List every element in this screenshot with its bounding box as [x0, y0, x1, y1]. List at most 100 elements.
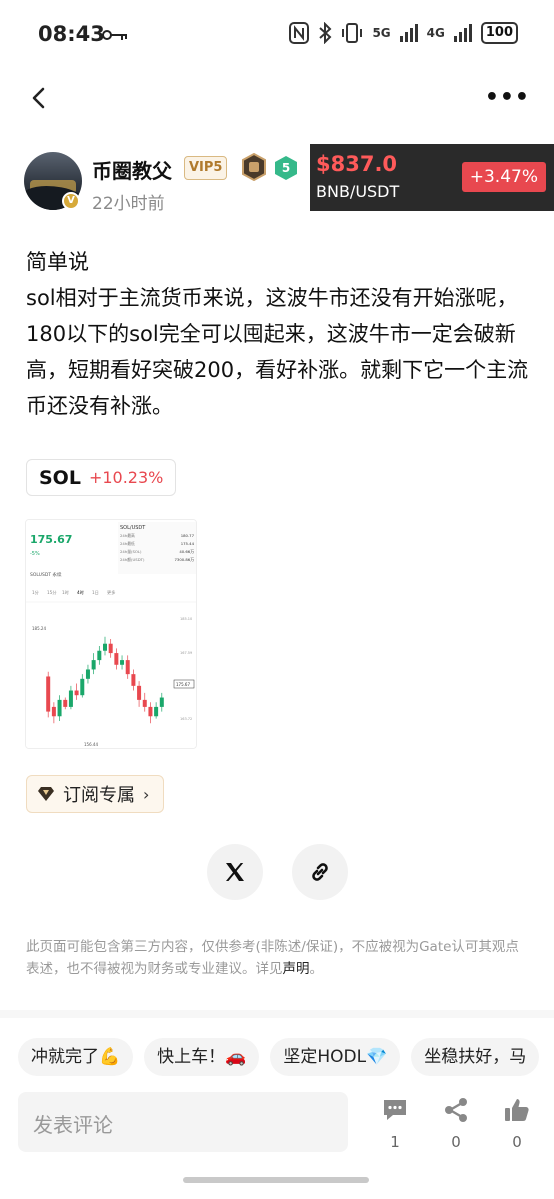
- share-icon: [445, 1098, 467, 1122]
- comment-input[interactable]: 发表评论: [18, 1092, 348, 1152]
- candle-body: [142, 699, 147, 707]
- candle-body: [148, 706, 153, 717]
- like-action[interactable]: 0: [497, 1097, 537, 1151]
- disclaimer-text: 此页面可能包含第三方内容，仅供参考(非陈述/保证)，不应被视为Gate认可其观点…: [26, 939, 519, 977]
- vibrate-icon: [342, 23, 363, 43]
- shot-stat-value: 7300.86万: [175, 557, 195, 562]
- like-icon: [505, 1099, 529, 1121]
- status-time: 08:43: [38, 22, 105, 46]
- candle-body: [137, 685, 142, 700]
- shot-tab: 4时: [77, 589, 85, 595]
- candle-body: [80, 678, 85, 696]
- shot-stat-label: 24h最低: [120, 541, 135, 546]
- key-icon: [102, 30, 127, 40]
- candle-body: [91, 660, 96, 670]
- copy-link-button[interactable]: [292, 844, 348, 900]
- network-5g-label: 5G: [372, 26, 391, 40]
- ticker-pair: BNB/USDT: [316, 182, 400, 201]
- vip-badge: VIP5: [184, 156, 228, 180]
- candle-body: [74, 690, 79, 696]
- battery-indicator: 100: [480, 22, 518, 44]
- quick-reply-chip[interactable]: 坐稳扶好，马: [411, 1038, 540, 1076]
- shot-last-label: 175.67: [176, 682, 190, 687]
- candle-body: [57, 699, 62, 717]
- ticker-price: $837.0: [316, 152, 398, 176]
- signal-icon: [453, 24, 472, 42]
- shot-low-label: 156.44: [84, 742, 98, 747]
- shot-stat-value: 40.66万: [179, 549, 194, 554]
- medal-icon: [242, 153, 266, 181]
- candle-body: [103, 643, 107, 651]
- comment-placeholder: 发表评论: [33, 1113, 113, 1137]
- comment-count: 1: [390, 1133, 400, 1151]
- candle-body: [97, 650, 102, 661]
- top-nav: •••: [0, 70, 554, 126]
- post-content: 简单说 sol相对于主流货币来说，这波牛市还没有开始涨呢，180以下的sol完全…: [26, 244, 532, 424]
- post-line: 简单说: [26, 250, 89, 274]
- shot-axis-label: 167.59: [180, 651, 192, 655]
- shot-stat-label: 24h额(USDT): [120, 557, 145, 562]
- candle-body: [154, 706, 159, 717]
- network-4g-label: 4G: [426, 26, 445, 40]
- candle-body: [120, 660, 125, 665]
- shot-tab: 1时: [62, 589, 70, 595]
- shot-tab: 1分: [32, 589, 40, 596]
- shot-pair-row: SOLUSDT 永续: [30, 571, 62, 578]
- chevron-left-icon[interactable]: [26, 84, 54, 112]
- shot-pair-label: SOL/USDT: [120, 525, 146, 531]
- candle-body: [46, 676, 51, 712]
- subscribe-button[interactable]: 订阅专属 ›: [26, 775, 165, 813]
- shot-price: 175.67: [30, 533, 72, 546]
- home-indicator: [183, 1177, 369, 1183]
- quick-reply-chip[interactable]: 快上车！🚗: [144, 1038, 260, 1076]
- level-badge-icon: 5: [275, 156, 297, 180]
- x-logo-icon: [226, 863, 244, 881]
- signal-icon: [399, 24, 418, 42]
- candle-body: [85, 669, 90, 679]
- bluetooth-icon: [319, 22, 332, 44]
- coin-symbol: SOL: [39, 466, 81, 489]
- status-bar: 08:43 5G 4G 100: [0, 0, 554, 70]
- like-count: 0: [512, 1133, 522, 1151]
- share-x-button[interactable]: [207, 844, 263, 900]
- candle-body: [68, 690, 73, 707]
- quick-reply-chip[interactable]: 冲就完了💪: [18, 1038, 134, 1076]
- shot-axis-label: 185.10: [180, 617, 192, 621]
- price-ticker[interactable]: $837.0 BNB/USDT +3.47%: [310, 144, 554, 211]
- candle-body: [159, 697, 164, 707]
- candle-body: [51, 706, 56, 717]
- shot-stat-label: 24h最高: [120, 533, 135, 538]
- coin-tag[interactable]: SOL +10.23%: [26, 459, 177, 496]
- svg-text:5: 5: [282, 161, 290, 175]
- candle-body: [131, 674, 136, 686]
- disclaimer-link[interactable]: 声明: [283, 961, 310, 977]
- share-count: 0: [451, 1133, 461, 1151]
- post-time: 22小时前: [92, 194, 165, 214]
- disclaimer: 此页面可能包含第三方内容，仅供参考(非陈述/保证)，不应被视为Gate认可其观点…: [26, 936, 526, 980]
- diamond-icon: [38, 787, 54, 801]
- share-action[interactable]: 0: [436, 1097, 476, 1151]
- quick-reply-chips: 冲就完了💪 快上车！🚗 坚定HODL💎 坐稳扶好，马: [18, 1038, 554, 1078]
- shot-axis-label: 163.72: [180, 717, 192, 721]
- subscribe-label: 订阅专属: [63, 785, 135, 806]
- author-header: V 币圈教父 VIP5 5 22小时前: [24, 152, 314, 214]
- more-dots-icon[interactable]: •••: [485, 85, 530, 110]
- shot-pct: -5%: [30, 551, 40, 557]
- chevron-right-icon: ›: [143, 784, 150, 804]
- verified-badge: V: [62, 192, 80, 210]
- coin-change: +10.23%: [88, 468, 164, 487]
- quick-reply-chip[interactable]: 坚定HODL💎: [270, 1038, 401, 1076]
- post-image[interactable]: 175.67 -5% SOL/USDT 24h最高 180.77 24h最低 175.…: [25, 519, 197, 749]
- shot-tab: 更多: [107, 589, 115, 596]
- candle-body: [63, 699, 68, 707]
- shot-stat-label: 24h量(SOL): [120, 549, 142, 554]
- comment-action[interactable]: 1: [375, 1097, 415, 1151]
- author-name[interactable]: 币圈教父: [92, 155, 172, 184]
- nfc-icon: [289, 22, 310, 44]
- ticker-change-badge: +3.47%: [461, 162, 546, 192]
- shot-stat-value: 175.44: [181, 541, 195, 546]
- chart-screenshot: 175.67 -5% SOL/USDT 24h最高 180.77 24h最低 175.…: [26, 520, 196, 748]
- disclaimer-end: 。: [309, 961, 324, 977]
- comment-icon: [384, 1100, 406, 1120]
- candle-body: [108, 643, 113, 654]
